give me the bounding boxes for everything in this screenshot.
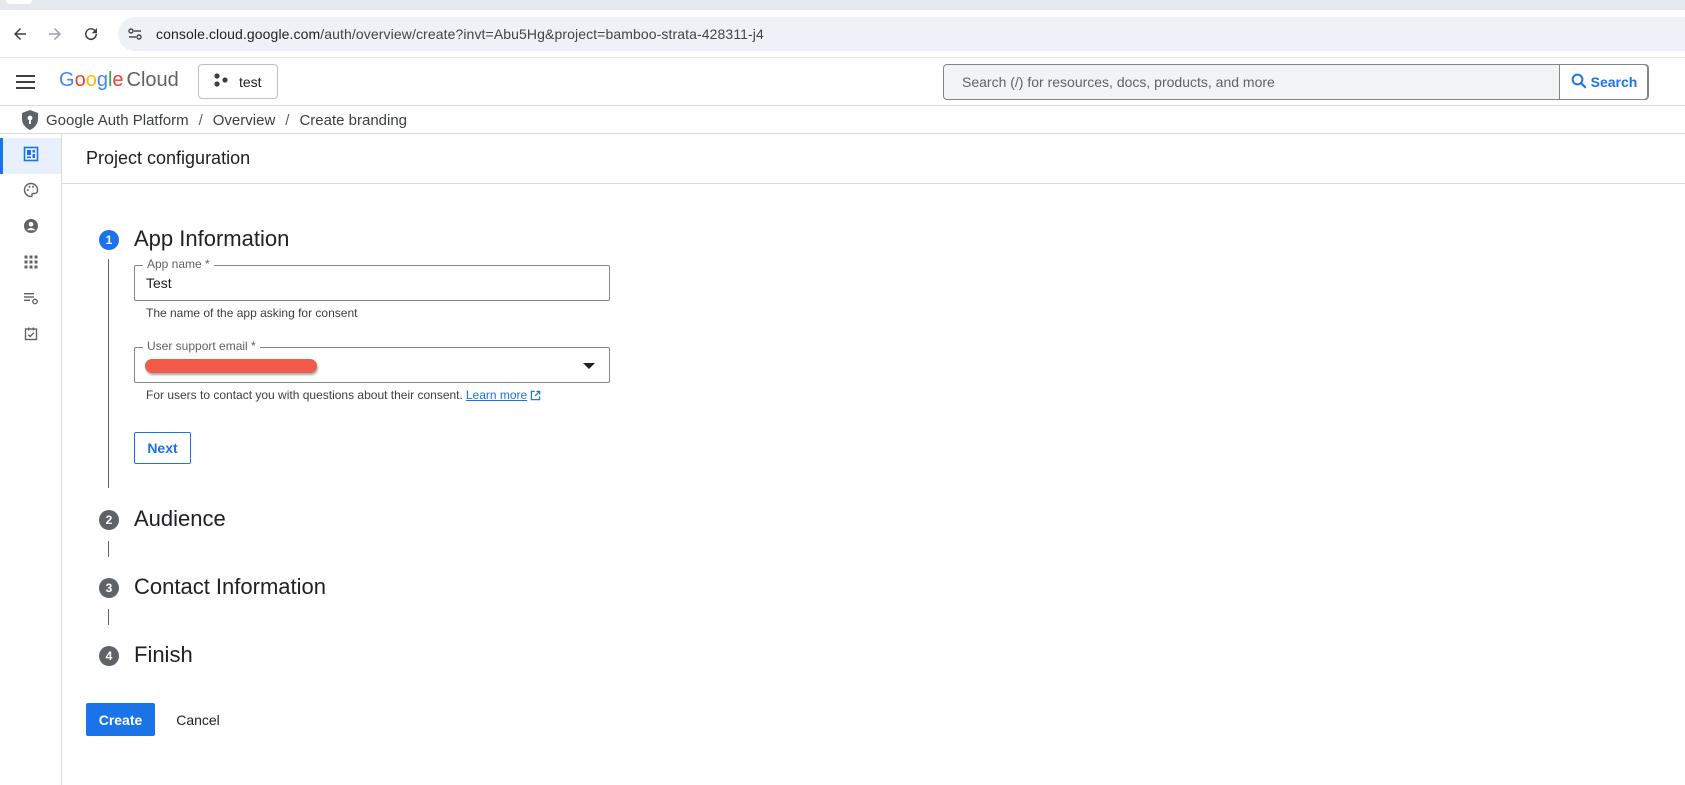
step-title-contact-information[interactable]: Contact Information	[134, 574, 326, 600]
breadcrumb-create-branding: Create branding	[299, 112, 408, 129]
breadcrumb-separator: /	[285, 112, 290, 129]
left-nav-rail	[0, 134, 62, 785]
app-name-field[interactable]: App name * Test	[134, 257, 610, 301]
main-menu-icon[interactable]	[14, 70, 38, 94]
redacted-email-mark	[145, 359, 317, 373]
rail-item-data-access[interactable]	[0, 282, 61, 318]
forward-arrow-icon[interactable]	[43, 22, 67, 46]
browser-tab-strip	[0, 0, 1685, 10]
support-email-select[interactable]: User support email *	[134, 339, 610, 383]
clients-grid-icon	[23, 254, 39, 275]
browser-address-bar: console.cloud.google.com/auth/overview/c…	[0, 10, 1685, 58]
console-header: Google Cloud test Search (/) for resource…	[0, 58, 1685, 106]
step-connector-line	[108, 259, 109, 488]
auth-platform-shield-icon	[20, 109, 40, 131]
rail-item-clients[interactable]	[0, 246, 61, 282]
search-icon	[1570, 72, 1588, 93]
search-button-label: Search	[1590, 74, 1638, 90]
step-title-app-information[interactable]: App Information	[134, 226, 289, 252]
learn-more-link[interactable]: Learn more	[466, 388, 527, 402]
step-title-audience[interactable]: Audience	[134, 506, 226, 532]
step-number-4: 4	[99, 646, 119, 666]
create-button[interactable]: Create	[86, 703, 155, 736]
search-placeholder: Search (/) for resources, docs, products…	[962, 74, 1275, 90]
app-name-label: App name *	[143, 257, 214, 271]
active-tab-edge[interactable]	[6, 0, 32, 4]
verification-center-icon	[24, 327, 38, 346]
step-connector-line	[108, 609, 109, 625]
step-title-finish[interactable]: Finish	[134, 642, 193, 668]
reload-icon[interactable]	[79, 22, 103, 46]
logo-google-wordmark: Google	[59, 69, 124, 91]
breadcrumb: Google Auth Platform / Overview / Create bra…	[0, 106, 1685, 134]
step-connector-line	[108, 541, 109, 557]
app-name-hint: The name of the app asking for consent	[146, 306, 358, 320]
breadcrumb-separator: /	[198, 112, 203, 129]
data-access-icon	[23, 290, 39, 311]
site-settings-icon[interactable]	[126, 25, 144, 43]
step-number-1: 1	[99, 230, 119, 250]
step-number-2: 2	[99, 510, 119, 530]
next-button[interactable]: Next	[134, 432, 191, 464]
page-header: Project configuration	[62, 134, 1685, 184]
logo-cloud-text: Cloud	[126, 69, 179, 91]
external-link-icon[interactable]	[530, 390, 541, 404]
overview-icon	[23, 146, 39, 167]
console-search-input[interactable]: Search (/) for resources, docs, products…	[943, 64, 1649, 100]
rail-item-overview[interactable]	[0, 138, 61, 174]
back-arrow-icon[interactable]	[8, 22, 32, 46]
branding-palette-icon	[23, 182, 39, 203]
breadcrumb-google-auth-platform[interactable]: Google Auth Platform	[46, 112, 189, 129]
cancel-button[interactable]: Cancel	[170, 703, 226, 736]
url-omnibox[interactable]: console.cloud.google.com/auth/overview/c…	[118, 17, 1685, 51]
rail-item-verification-center[interactable]	[0, 318, 61, 354]
url-host: console.cloud.google.com	[156, 26, 321, 42]
project-picker-button[interactable]: test	[198, 64, 278, 99]
rail-item-audience[interactable]	[0, 210, 61, 246]
support-email-label: User support email *	[143, 339, 260, 353]
project-hub-icon	[213, 72, 229, 91]
dropdown-caret-icon[interactable]	[583, 363, 595, 369]
url-path: /auth/overview/create?invt=Abu5Hg&projec…	[320, 26, 764, 42]
url-text[interactable]: console.cloud.google.com/auth/overview/c…	[156, 26, 764, 42]
rail-item-branding[interactable]	[0, 174, 61, 210]
support-email-hint: For users to contact you with questions …	[146, 388, 463, 402]
audience-user-icon	[23, 218, 39, 239]
search-button[interactable]: Search	[1559, 64, 1648, 100]
breadcrumb-overview[interactable]: Overview	[213, 112, 276, 129]
breadcrumb-trail: Google Auth Platform / Overview / Create bra…	[46, 112, 407, 129]
step-number-3: 3	[99, 578, 119, 598]
app-name-value[interactable]: Test	[146, 275, 172, 291]
page-title: Project configuration	[86, 148, 251, 168]
support-email-hint-row: For users to contact you with questions …	[146, 388, 541, 404]
project-picker-label: test	[239, 73, 262, 90]
google-cloud-logo[interactable]: Google Cloud	[59, 69, 179, 92]
